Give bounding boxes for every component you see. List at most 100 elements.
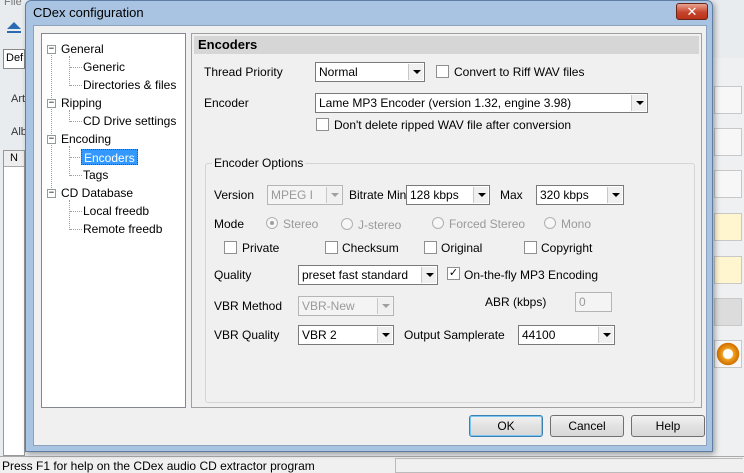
vbr-quality-select[interactable]: VBR 2: [298, 325, 394, 345]
help-button[interactable]: Help: [631, 415, 705, 437]
collapse-icon[interactable]: −: [47, 189, 56, 198]
private-label: Private: [242, 241, 280, 255]
tree-connector: [70, 175, 82, 176]
checksum-label: Checksum: [342, 241, 399, 255]
status-bar: Press F1 for help on the CDex audio CD e…: [0, 456, 744, 473]
tree-connector: [69, 56, 70, 86]
encoder-select[interactable]: Lame MP3 Encoder (version 1.32, engine 3…: [315, 93, 648, 113]
close-icon: ✕: [686, 4, 698, 19]
on-the-fly-checkbox[interactable]: ✓: [447, 267, 460, 280]
encoders-page: Encoders Thread Priority Normal Convert …: [191, 33, 702, 408]
thread-priority-select[interactable]: Normal: [315, 62, 425, 82]
dont-delete-checkbox[interactable]: [316, 118, 329, 131]
original-label: Original: [441, 241, 483, 255]
tree-connector: [70, 121, 82, 122]
vbr-quality-value: VBR 2: [302, 328, 337, 342]
tree-connector: [69, 200, 70, 230]
tree-item-remote-freedb[interactable]: Remote freedb: [83, 221, 162, 237]
tree-item-cd-drive[interactable]: CD Drive settings: [83, 113, 176, 129]
tree-item-directories[interactable]: Directories & files: [83, 77, 176, 93]
output-samplerate-label: Output Samplerate: [404, 328, 505, 342]
tools-icon[interactable]: [714, 298, 742, 326]
collapse-icon[interactable]: −: [47, 135, 56, 144]
bitrate-max-select[interactable]: 320 kbps: [536, 185, 624, 205]
chevron-down-icon: [631, 95, 646, 111]
chevron-down-icon: [326, 187, 341, 203]
output-samplerate-select[interactable]: 44100: [518, 325, 615, 345]
extract-partial-icon[interactable]: [714, 170, 742, 198]
abr-input[interactable]: 0: [575, 292, 612, 312]
chevron-down-icon: [607, 187, 622, 203]
version-value: MPEG I: [271, 188, 314, 202]
chevron-down-icon: [377, 298, 392, 314]
chevron-down-icon: [408, 64, 423, 80]
tree-item-encoders[interactable]: Encoders: [81, 149, 138, 165]
tree-item-cd-database[interactable]: CD Database: [61, 185, 133, 201]
right-toolbar: [712, 58, 744, 456]
tree-connector: [70, 67, 82, 68]
copyright-checkbox[interactable]: [524, 241, 537, 254]
thread-priority-label: Thread Priority: [204, 65, 283, 79]
extract-mp3-icon[interactable]: [714, 128, 742, 156]
encoder-value: Lame MP3 Encoder (version 1.32, engine 3…: [319, 96, 572, 110]
ok-button[interactable]: OK: [469, 415, 543, 437]
on-the-fly-label: On-the-fly MP3 Encoding: [464, 268, 599, 282]
track-list-header[interactable]: N: [4, 151, 24, 167]
vbr-method-select[interactable]: VBR-New: [298, 296, 394, 316]
status-pane: [395, 458, 743, 473]
mode-label-mono: Mono: [561, 217, 592, 231]
eject-icon[interactable]: [7, 22, 21, 29]
bitrate-min-select[interactable]: 128 kbps: [406, 185, 490, 205]
version-label: Version: [214, 188, 255, 202]
mode-radio-forced-stereo[interactable]: [432, 217, 444, 229]
extract-wav-icon[interactable]: [714, 86, 742, 114]
collapse-icon[interactable]: −: [47, 99, 56, 108]
dont-delete-label: Don't delete ripped WAV file after conve…: [334, 118, 572, 132]
convert-riff-label: Convert to Riff WAV files: [454, 65, 585, 79]
mode-radio-stereo[interactable]: [266, 217, 278, 229]
encoder-label: Encoder: [204, 96, 249, 110]
mode-label-jstereo: J-stereo: [358, 218, 402, 232]
tree-item-local-freedb[interactable]: Local freedb: [83, 203, 149, 219]
quality-select[interactable]: preset fast standard: [298, 265, 438, 285]
mode-label: Mode: [214, 217, 245, 231]
settings-tree[interactable]: − General Generic Directories & files − …: [41, 33, 186, 408]
tree-connector: [51, 49, 52, 196]
tree-connector: [70, 85, 82, 86]
menu-file[interactable]: File: [4, 0, 22, 8]
record-icon[interactable]: [714, 256, 742, 284]
bitrate-min-value: 128 kbps: [410, 188, 459, 202]
version-select[interactable]: MPEG I: [267, 185, 343, 205]
dialog-client: − General Generic Directories & files − …: [33, 25, 707, 446]
collapse-icon[interactable]: −: [47, 45, 56, 54]
bitrate-max-value: 320 kbps: [540, 188, 589, 202]
encoder-options-group: Encoder Options Version MPEG I Bitrate M…: [205, 156, 695, 403]
abr-label: ABR (kbps): [485, 295, 547, 309]
mode-radio-mono[interactable]: [544, 217, 556, 229]
checksum-checkbox[interactable]: [325, 241, 338, 254]
tree-item-generic[interactable]: Generic: [83, 59, 125, 75]
convert-riff-checkbox[interactable]: [436, 65, 449, 78]
track-list[interactable]: N: [3, 150, 25, 456]
tree-item-general[interactable]: General: [61, 41, 104, 57]
tree-item-encoding[interactable]: Encoding: [61, 131, 111, 147]
quality-value: preset fast standard: [302, 268, 409, 282]
cancel-button[interactable]: Cancel: [550, 415, 624, 437]
tree-item-tags[interactable]: Tags: [83, 167, 108, 183]
quality-label: Quality: [214, 268, 252, 282]
private-checkbox[interactable]: [224, 241, 237, 254]
tree-connector: [69, 146, 70, 176]
convert-icon[interactable]: [714, 213, 742, 241]
encoder-options-title: Encoder Options: [212, 156, 306, 170]
artist-label: Art: [11, 93, 26, 105]
eject-icon-bar: [7, 31, 21, 33]
mode-radio-jstereo[interactable]: [341, 218, 353, 230]
profile-combo[interactable]: Def: [3, 49, 25, 69]
chevron-down-icon: [421, 267, 436, 283]
tree-item-ripping[interactable]: Ripping: [61, 95, 102, 111]
chevron-down-icon: [473, 187, 488, 203]
settings-gear-icon[interactable]: [714, 340, 742, 368]
status-text: Press F1 for help on the CDex audio CD e…: [2, 459, 315, 473]
close-button[interactable]: ✕: [676, 3, 708, 20]
original-checkbox[interactable]: [424, 241, 437, 254]
